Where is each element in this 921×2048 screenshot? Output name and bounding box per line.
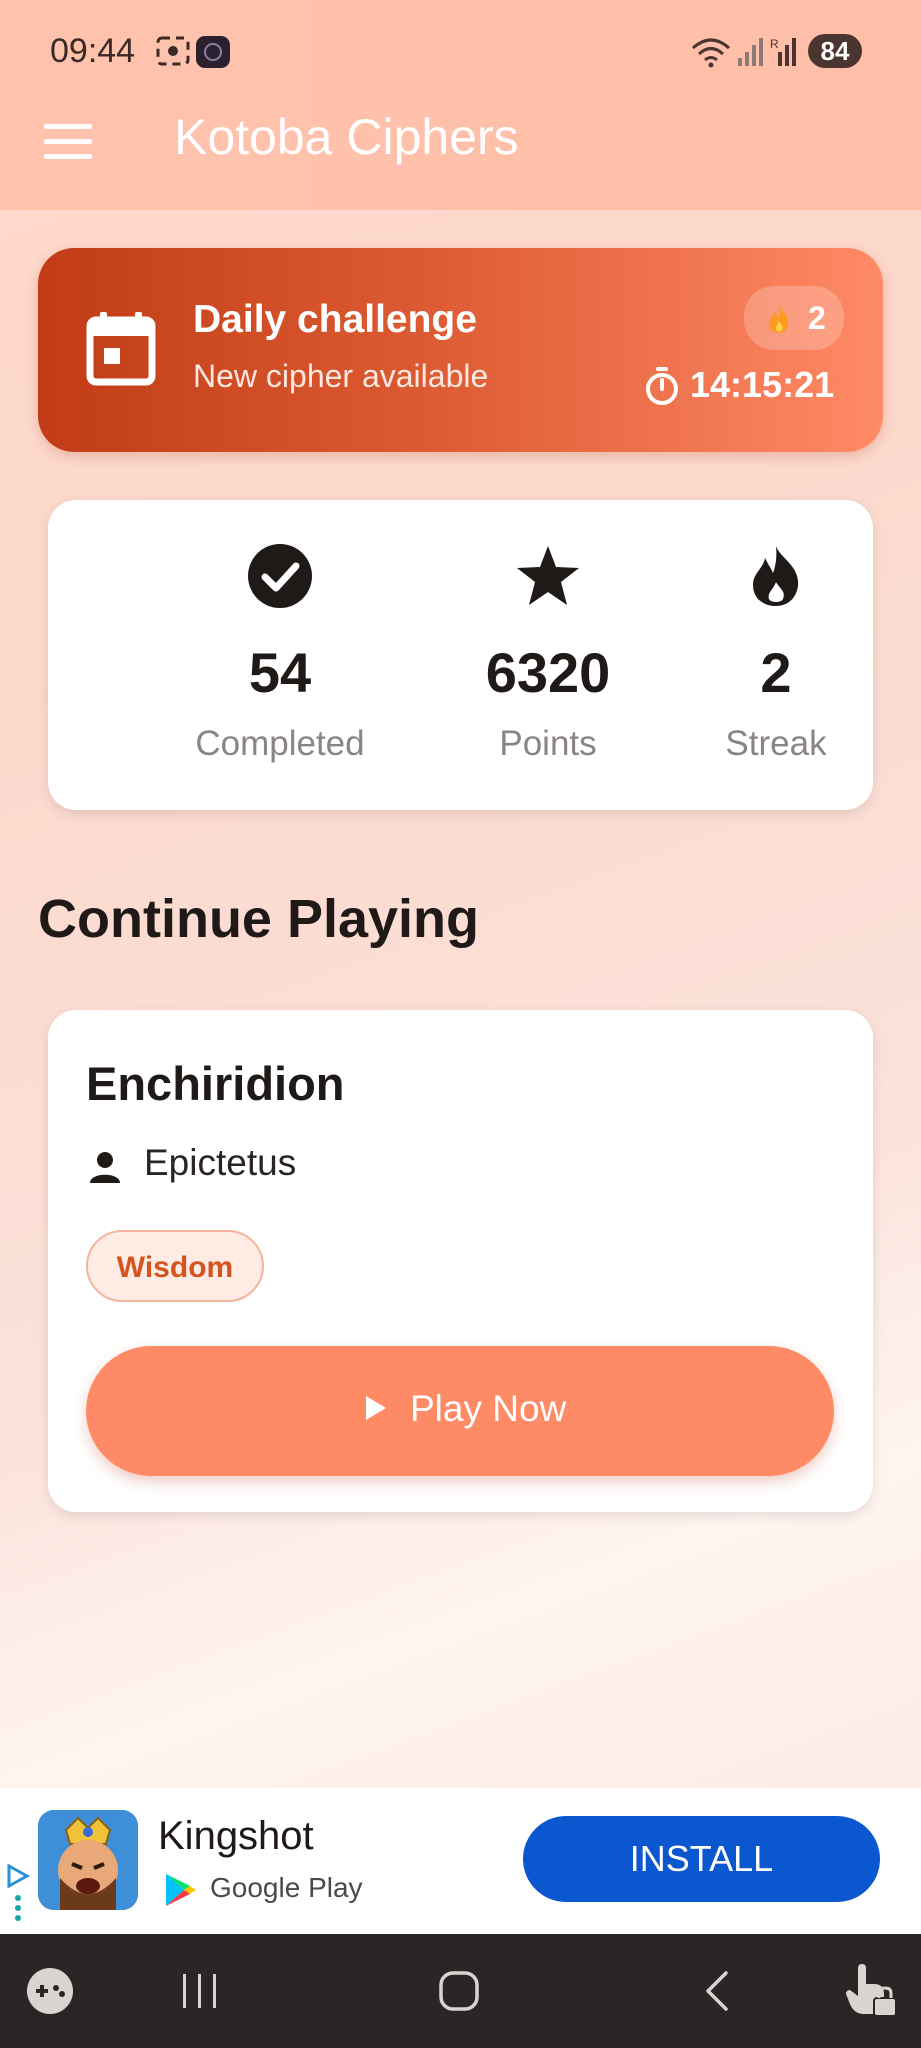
book-title: Enchiridion [86,1057,345,1110]
stats-card: 54 Completed 6320 Points 2 Streak [48,500,873,810]
stat-value: 54 [248,641,312,704]
screenshot-icon [156,36,190,71]
stat-label: Points [499,724,597,763]
home-icon[interactable] [438,1970,480,2017]
app-title: Kotoba Ciphers [174,109,519,165]
daily-challenge-subtitle: New cipher available [193,358,489,394]
flame-icon [744,544,808,608]
google-play-icon [162,1872,198,1913]
status-bar: 09:44 R 84 [0,0,921,104]
streak-chip: 2 [744,286,844,350]
status-time: 09:44 [50,32,136,70]
stat-value: 6320 [485,641,611,704]
genre-tag: Wisdom [86,1230,264,1302]
game-launcher-icon[interactable] [24,1968,76,2019]
stat-label: Streak [725,724,827,763]
battery-indicator: 84 [808,34,862,68]
stat-label: Completed [195,724,365,763]
play-now-label: Play Now [410,1388,567,1429]
back-icon[interactable] [702,1970,732,2017]
book-author: Epictetus [144,1142,297,1183]
section-title: Continue Playing [38,889,480,949]
hamburger-menu-icon[interactable] [44,124,92,160]
play-now-button[interactable]: Play Now [86,1346,834,1476]
timer-icon [644,366,680,411]
ad-choices-icon[interactable] [6,1863,31,1929]
signal-r-icon: R [770,36,800,71]
book-card[interactable]: Enchiridion Epictetus Wisdom Play Now [48,1010,873,1512]
streak-chip-count: 2 [808,300,826,336]
flame-icon [766,304,792,339]
ad-app-logo[interactable] [38,1810,138,1910]
ad-banner[interactable]: Kingshot Google Play INSTALL [0,1788,921,1934]
person-icon [88,1150,122,1184]
wifi-icon [690,36,732,73]
ad-title[interactable]: Kingshot [158,1814,314,1859]
system-nav-bar [0,1934,921,2048]
stat-value: 2 [760,641,792,704]
daily-challenge-timer: 14:15:21 [690,364,835,405]
app-badge-icon [196,36,230,73]
install-button[interactable]: INSTALL [523,1816,880,1902]
signal-icon [738,36,764,71]
check-circle-icon [248,544,312,608]
star-icon [516,544,580,608]
ad-store-label: Google Play [210,1872,363,1903]
touch-lock-icon[interactable] [844,1962,898,2023]
daily-challenge-title: Daily challenge [193,298,477,341]
svg-text:R: R [770,37,779,51]
calendar-icon [86,310,156,391]
daily-challenge-card[interactable]: Daily challenge New cipher available 2 1… [38,248,883,452]
recents-icon[interactable] [180,1972,220,2015]
play-icon [364,1394,388,1427]
